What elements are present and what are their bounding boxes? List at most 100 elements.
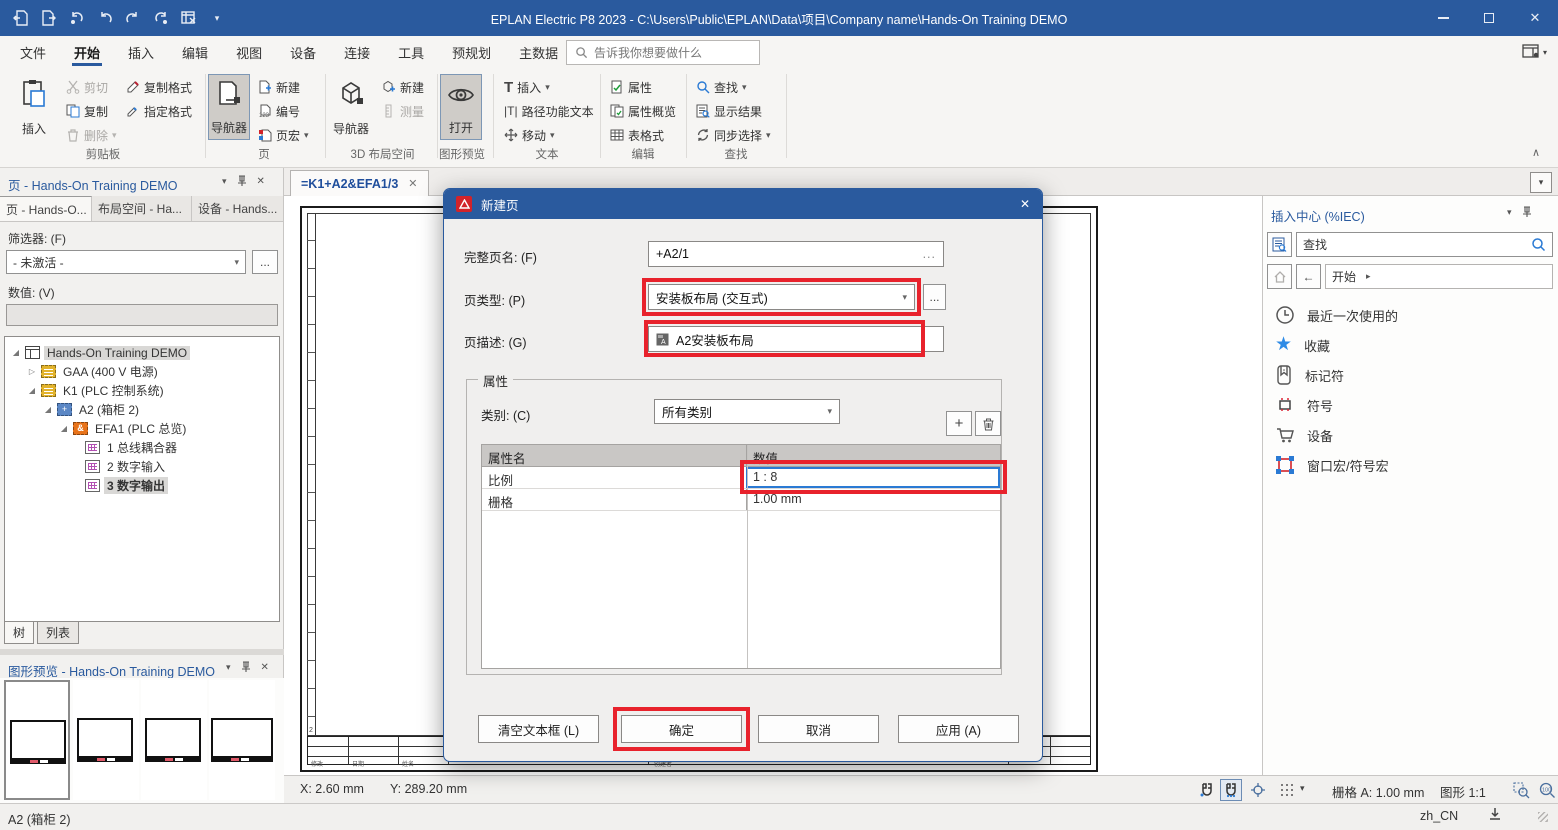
text-insert-button[interactable]: T插入▾ — [504, 76, 550, 98]
redo-icon[interactable] — [122, 6, 144, 30]
snap-on-button[interactable] — [1220, 779, 1242, 801]
maximize-button[interactable] — [1466, 0, 1512, 36]
panel-splitter[interactable] — [0, 649, 284, 655]
pin-icon[interactable] — [1522, 206, 1532, 218]
breadcrumb[interactable]: 开始 ▸ — [1325, 264, 1553, 289]
zoom-100-button[interactable]: 100 — [1536, 779, 1558, 801]
page-thumbnail[interactable] — [141, 680, 207, 800]
resize-grip[interactable] — [1538, 812, 1548, 822]
path-text-button[interactable]: |T|路径功能文本 — [504, 100, 594, 122]
back-button[interactable]: ← — [1296, 264, 1321, 289]
page-type-combobox[interactable]: 安装板布局 (交互式) ▾ — [648, 284, 915, 310]
zoom-selection-button[interactable] — [1510, 779, 1532, 801]
copy-format-button[interactable]: 复制格式 — [126, 76, 192, 98]
insert-item-favorites[interactable]: ★ 收藏 — [1269, 330, 1553, 360]
table-row-scale[interactable]: 比例 1 : 8 — [482, 467, 1000, 489]
ribbon-tab-preplanning[interactable]: 预规划 — [438, 36, 505, 68]
insert-item-devices[interactable]: 设备 — [1269, 420, 1553, 450]
space3d-navigator-button[interactable]: 导航器 — [330, 74, 372, 140]
page-number-button[interactable]: 123编号 — [258, 100, 300, 122]
expander-icon[interactable]: ◢ — [59, 424, 69, 433]
delete-property-button[interactable] — [975, 411, 1001, 436]
page-desc-input[interactable]: A A2安装板布局 — [648, 326, 944, 352]
snap-off-button[interactable] — [1196, 779, 1218, 801]
page-type-browse-button[interactable]: ... — [923, 284, 946, 310]
prop-overview-button[interactable]: 属性概览 — [610, 100, 676, 122]
tree-item-gaa[interactable]: ▷ GAA (400 V 电源) — [5, 362, 279, 381]
sync-select-button[interactable]: 同步选择▾ — [696, 124, 771, 146]
tree-item-k1[interactable]: ◢ K1 (PLC 控制系统) — [5, 381, 279, 400]
document-tab-close-icon[interactable]: ✕ — [408, 177, 417, 190]
tree-item-efa1[interactable]: ◢ & EFA1 (PLC 总览) — [5, 419, 279, 438]
download-button[interactable] — [1487, 806, 1503, 822]
breadcrumb-item[interactable]: 开始 — [1332, 268, 1356, 285]
insert-item-recent[interactable]: 最近一次使用的 — [1269, 300, 1553, 330]
expander-icon[interactable]: ▷ — [27, 367, 37, 376]
close-page-icon[interactable] — [38, 6, 60, 30]
tab-devices[interactable]: 设备 - Hands... — [192, 196, 284, 221]
ribbon-tab-connections[interactable]: 连接 — [330, 36, 384, 68]
page-navigator-button[interactable]: 导航器 — [208, 74, 250, 140]
full-page-name-input[interactable]: +A2/1 ... — [648, 241, 944, 267]
full-page-name-more-icon[interactable]: ... — [923, 247, 936, 261]
undo-list-icon[interactable] — [66, 6, 88, 30]
expander-icon[interactable]: ◢ — [11, 348, 21, 357]
cut-button[interactable]: 剪切 — [66, 76, 108, 98]
properties-button[interactable]: 属性 — [610, 76, 652, 98]
tree-item-page3-selected[interactable]: 3 数字输出 — [5, 476, 279, 495]
ok-button[interactable]: 确定 — [621, 715, 742, 743]
tab-pages[interactable]: 页 - Hands-O... — [0, 196, 92, 221]
property-value-cell[interactable]: 1.00 mm — [746, 489, 1000, 510]
view-tab-tree[interactable]: 树 — [4, 622, 34, 644]
workspace-layout-button[interactable]: ▾ — [1522, 39, 1548, 65]
tree-item-page2[interactable]: 2 数字输入 — [5, 457, 279, 476]
scale-value-cell-editing[interactable]: 1 : 8 — [746, 467, 1000, 488]
value-input[interactable] — [6, 304, 278, 326]
col-header-value[interactable]: 数值 — [746, 445, 1000, 466]
tab-list-dropdown-button[interactable]: ▾ — [1530, 172, 1552, 193]
tree-item-page1[interactable]: 1 总线耦合器 — [5, 438, 279, 457]
customize-qat-chevron-icon[interactable]: ▾ — [206, 6, 228, 30]
pin-icon[interactable] — [241, 661, 251, 673]
tree-item-project[interactable]: ◢ Hands-On Training DEMO — [5, 343, 279, 362]
grid-chevron-icon[interactable]: ▾ — [1300, 783, 1305, 794]
filter-more-button[interactable]: ... — [252, 250, 278, 274]
property-name-cell[interactable]: 栅格 — [482, 489, 746, 510]
ribbon-tab-home[interactable]: 开始 — [60, 36, 114, 68]
cancel-button[interactable]: 取消 — [758, 715, 879, 743]
home-button[interactable] — [1267, 264, 1292, 289]
view-tab-list[interactable]: 列表 — [37, 622, 79, 644]
page-thumbnail[interactable] — [209, 680, 275, 800]
collapse-ribbon-button[interactable]: ∧ — [1532, 146, 1540, 159]
category-combobox[interactable]: 所有类别 ▾ — [654, 399, 840, 424]
ribbon-tab-devices[interactable]: 设备 — [276, 36, 330, 68]
table-format-button[interactable]: 表格式 — [610, 124, 664, 146]
pin-icon[interactable] — [237, 175, 247, 187]
ribbon-tab-file[interactable]: 文件 — [6, 36, 60, 68]
redo-list-icon[interactable] — [150, 6, 172, 30]
ribbon-tab-masterdata[interactable]: 主数据 — [505, 36, 572, 68]
clear-textbox-button[interactable]: 清空文本框 (L) — [478, 715, 599, 743]
ribbon-tab-view[interactable]: 视图 — [222, 36, 276, 68]
filter-combobox[interactable]: - 未激活 - ▾ — [6, 250, 246, 274]
paste-button[interactable]: 插入 — [13, 74, 55, 140]
table-row-grid[interactable]: 栅格 1.00 mm — [482, 489, 1000, 511]
panel-close-icon[interactable]: ✕ — [257, 176, 265, 187]
delete-button[interactable]: 删除▾ — [66, 124, 117, 146]
grid-toggle-button[interactable] — [1276, 779, 1298, 801]
insert-item-symbols[interactable]: 符号 — [1269, 390, 1553, 420]
page-thumbnail-selected[interactable] — [4, 680, 70, 800]
show-results-button[interactable]: 显示结果 — [696, 100, 762, 122]
dialog-close-icon[interactable]: ✕ — [1020, 197, 1030, 211]
apply-button[interactable]: 应用 (A) — [898, 715, 1019, 743]
ribbon-tab-insert[interactable]: 插入 — [114, 36, 168, 68]
measure-button[interactable]: 测量 — [382, 100, 424, 122]
copy-button[interactable]: 复制 — [66, 100, 108, 122]
ribbon-tab-edit[interactable]: 编辑 — [168, 36, 222, 68]
open-project-icon[interactable] — [10, 6, 32, 30]
find-button[interactable]: 查找▾ — [696, 76, 747, 98]
page-thumbnail[interactable] — [73, 680, 139, 800]
page-macro-button[interactable]: 页宏▾ — [258, 124, 309, 146]
dialog-titlebar[interactable]: 新建页 ✕ — [444, 189, 1042, 219]
object-snap-button[interactable] — [1247, 779, 1269, 801]
